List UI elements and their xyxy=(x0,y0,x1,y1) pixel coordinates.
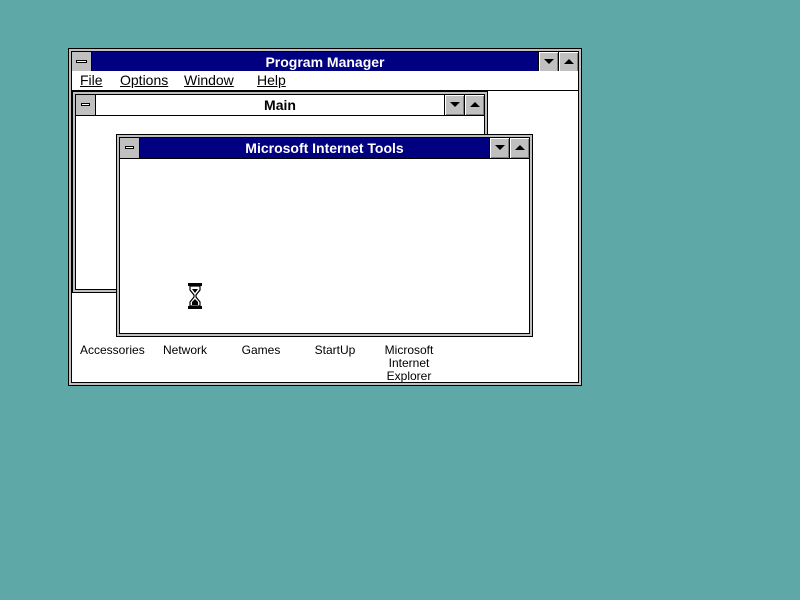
maximize-icon xyxy=(564,59,574,64)
program-manager-minimize-button[interactable] xyxy=(538,52,558,72)
group-icon-label: Games xyxy=(241,343,281,357)
minimize-icon xyxy=(450,102,460,107)
internet-tools-minimize-button[interactable] xyxy=(489,138,509,158)
internet-tools-maximize-button[interactable] xyxy=(509,138,529,158)
main-group-titlebar[interactable]: Main xyxy=(76,95,484,116)
internet-tools-system-menu-button[interactable] xyxy=(120,138,140,158)
group-icon-label: Accessories xyxy=(80,343,145,357)
maximize-icon xyxy=(515,145,525,150)
system-menu-icon xyxy=(76,60,87,63)
main-group-title: Main xyxy=(264,97,296,113)
system-menu-icon xyxy=(125,146,134,149)
main-group-system-menu-button[interactable] xyxy=(76,95,96,115)
group-icon-accessories[interactable]: Accessories xyxy=(80,343,145,357)
group-icon-microsoft-internet-explorer[interactable]: Microsoft Internet Explorer xyxy=(381,344,437,382)
group-icon-label: StartUp xyxy=(314,343,356,357)
minimize-icon xyxy=(495,145,505,150)
program-manager-system-menu-button[interactable] xyxy=(72,52,92,72)
group-icon-games[interactable]: Games xyxy=(238,344,284,357)
internet-tools-window[interactable]: Microsoft Internet Tools xyxy=(116,134,533,337)
program-manager-maximize-button[interactable] xyxy=(558,52,578,72)
main-group-maximize-button[interactable] xyxy=(464,95,484,115)
program-manager-title: Program Manager xyxy=(265,54,385,70)
group-icon-label: Microsoft Internet Explorer xyxy=(384,344,434,382)
hourglass-icon xyxy=(188,283,202,309)
menu-help[interactable]: Help xyxy=(257,71,286,90)
menu-bar: File Options Window Help xyxy=(72,71,578,91)
menu-window[interactable]: Window xyxy=(184,71,234,90)
program-manager-titlebar[interactable]: Program Manager xyxy=(72,52,578,73)
system-menu-icon xyxy=(81,103,90,106)
internet-tools-titlebar[interactable]: Microsoft Internet Tools xyxy=(120,138,529,159)
maximize-icon xyxy=(470,102,480,107)
group-icon-label: Network xyxy=(162,343,207,357)
menu-options[interactable]: Options xyxy=(120,71,168,90)
internet-tools-title: Microsoft Internet Tools xyxy=(245,140,404,156)
main-group-minimize-button[interactable] xyxy=(444,95,464,115)
group-icon-startup[interactable]: StartUp xyxy=(312,344,358,357)
menu-file[interactable]: File xyxy=(80,71,103,90)
minimize-icon xyxy=(544,59,554,64)
group-icon-network[interactable]: Network xyxy=(160,344,210,357)
